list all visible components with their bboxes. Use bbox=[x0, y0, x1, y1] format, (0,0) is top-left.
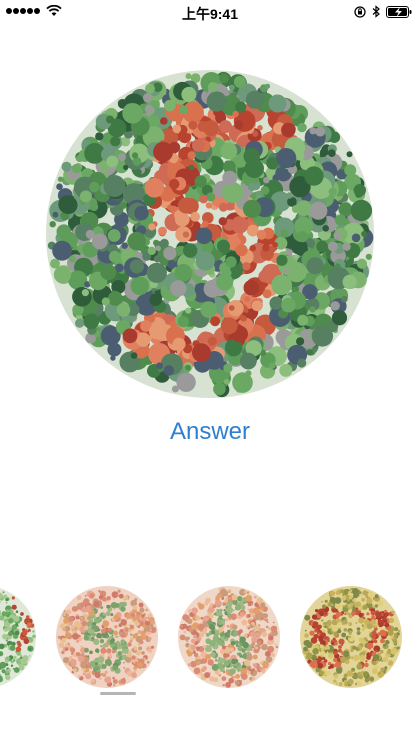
orientation-lock-icon bbox=[354, 5, 366, 18]
plate-thumbnail-2[interactable] bbox=[178, 586, 280, 688]
battery-icon bbox=[386, 5, 412, 18]
status-bar: 上午9:41 bbox=[0, 0, 420, 24]
bluetooth-icon bbox=[372, 5, 380, 18]
answer-button[interactable]: Answer bbox=[0, 418, 420, 446]
main-test-plate bbox=[46, 70, 374, 398]
selected-thumbnail-indicator bbox=[100, 692, 136, 695]
plate-thumbnail-0[interactable] bbox=[0, 586, 36, 688]
plate-thumbnail-3[interactable] bbox=[300, 586, 402, 688]
screen: 上午9:41 Answer bbox=[0, 0, 420, 750]
status-right bbox=[354, 5, 414, 18]
plate-thumbnail-1[interactable] bbox=[56, 586, 158, 688]
